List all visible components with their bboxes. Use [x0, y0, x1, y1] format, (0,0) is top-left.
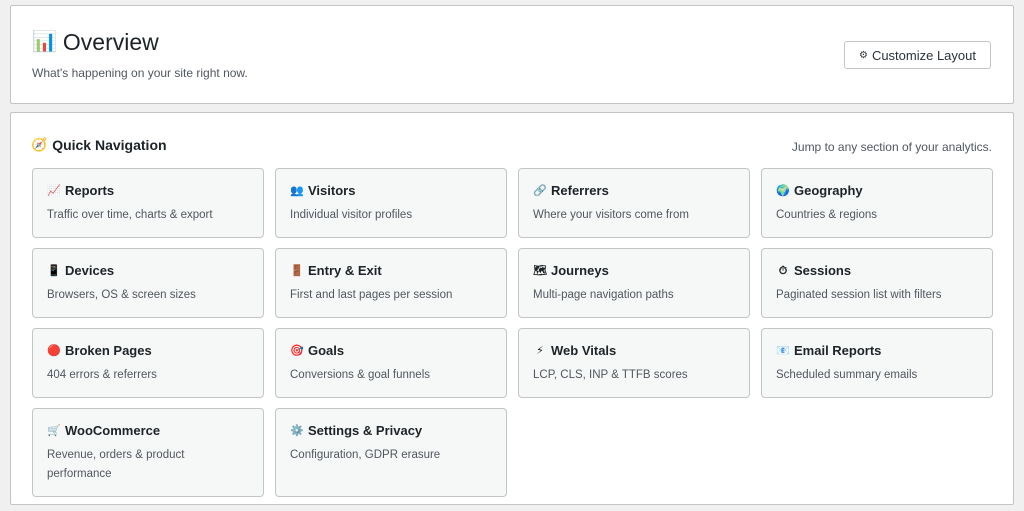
bar-chart-icon: 📊 — [32, 31, 57, 53]
nav-card-reports[interactable]: 📈 Reports Traffic over time, charts & expo… — [32, 168, 264, 238]
map-icon: 🗺 — [533, 265, 547, 277]
nav-card-settings-privacy[interactable]: ⚙️ Settings & Privacy Configuration, GDPR … — [275, 408, 507, 497]
nav-card-description: Conversions & goal funnels — [290, 369, 430, 381]
quick-navigation-title-text: Quick Navigation — [52, 137, 167, 153]
nav-card-geography[interactable]: 🌍 Geography Countries & regions — [761, 168, 993, 238]
target-icon: 🎯 — [290, 345, 304, 357]
people-icon: 👥 — [290, 185, 304, 197]
nav-card-label: Email Reports — [794, 343, 882, 358]
nav-card-email-reports[interactable]: 📧 Email Reports Scheduled summary emails — [761, 328, 993, 398]
overview-panel: 📊 Overview What's happening on your site… — [10, 5, 1014, 104]
nav-card-description: Configuration, GDPR erasure — [290, 449, 441, 461]
nav-card-label: Entry & Exit — [308, 263, 382, 278]
red-circle-icon: 🔴 — [47, 345, 61, 357]
nav-card-entry-exit[interactable]: 🚪 Entry & Exit First and last pages per se… — [275, 248, 507, 318]
nav-card-title: ⚡ Web Vitals — [533, 343, 735, 359]
door-icon: 🚪 — [290, 265, 304, 277]
nav-card-web-vitals[interactable]: ⚡ Web Vitals LCP, CLS, INP & TTFB scores — [518, 328, 750, 398]
nav-card-description: LCP, CLS, INP & TTFB scores — [533, 369, 688, 381]
nav-card-description: Individual visitor profiles — [290, 209, 413, 221]
compass-icon: 🧭 — [31, 137, 48, 152]
nav-card-sessions[interactable]: ⏱ Sessions Paginated session list with fil… — [761, 248, 993, 318]
nav-card-description: Scheduled summary emails — [776, 369, 918, 381]
nav-card-label: Reports — [65, 183, 115, 198]
nav-card-label: Journeys — [551, 263, 609, 278]
quick-navigation-hint: Jump to any section of your analytics. — [791, 140, 992, 154]
nav-card-label: Settings & Privacy — [308, 423, 423, 438]
email-icon: 📧 — [776, 345, 790, 357]
nav-card-label: Sessions — [794, 263, 852, 278]
cart-icon: 🛒 — [47, 425, 61, 437]
nav-card-description: Browsers, OS & screen sizes — [47, 289, 196, 301]
gear-icon: ⚙ — [858, 49, 868, 61]
quick-navigation-panel: 🧭 Quick Navigation Jump to any section o… — [10, 112, 1014, 505]
nav-card-title: ⏱ Sessions — [776, 263, 978, 279]
nav-card-title: 🔗 Referrers — [533, 183, 735, 199]
nav-card-broken-pages[interactable]: 🔴 Broken Pages 404 errors & referrers — [32, 328, 264, 398]
nav-card-title: ⚙️ Settings & Privacy — [290, 423, 492, 439]
gear-icon: ⚙️ — [290, 425, 304, 437]
nav-card-description: Multi-page navigation paths — [533, 289, 674, 301]
nav-card-label: Referrers — [551, 183, 609, 198]
stopwatch-icon: ⏱ — [778, 265, 788, 277]
customize-layout-label: Customize Layout — [871, 47, 976, 63]
lightning-icon: ⚡ — [536, 345, 544, 357]
nav-card-label: Devices — [65, 263, 115, 278]
nav-card-label: Broken Pages — [65, 343, 152, 358]
link-icon: 🔗 — [533, 185, 547, 197]
globe-icon: 🌍 — [776, 185, 790, 197]
nav-card-label: Visitors — [308, 183, 356, 198]
customize-layout-button[interactable]: ⚙ Customize Layout — [843, 41, 991, 69]
nav-card-title: 🎯 Goals — [290, 343, 492, 359]
nav-card-referrers[interactable]: 🔗 Referrers Where your visitors come from — [518, 168, 750, 238]
page-subtitle: What's happening on your site right now. — [32, 66, 248, 80]
nav-card-woocommerce[interactable]: 🛒 WooCommerce Revenue, orders & product pe… — [32, 408, 264, 497]
nav-card-title: 📈 Reports — [47, 183, 249, 199]
nav-card-title: 🛒 WooCommerce — [47, 423, 249, 439]
nav-card-description: First and last pages per session — [290, 289, 453, 301]
page-title-text: Overview — [62, 29, 159, 55]
nav-card-title: 📧 Email Reports — [776, 343, 978, 359]
phone-icon: 📱 — [47, 265, 61, 277]
nav-card-title: 🔴 Broken Pages — [47, 343, 249, 359]
page-title: 📊 Overview — [32, 28, 159, 56]
nav-card-title: 🌍 Geography — [776, 183, 978, 199]
nav-card-devices[interactable]: 📱 Devices Browsers, OS & screen sizes — [32, 248, 264, 318]
nav-card-title: 👥 Visitors — [290, 183, 492, 199]
nav-card-title: 📱 Devices — [47, 263, 249, 279]
quick-navigation-title: 🧭 Quick Navigation — [31, 137, 167, 153]
nav-card-description: 404 errors & referrers — [47, 369, 157, 381]
nav-card-title: 🗺 Journeys — [533, 263, 735, 279]
chart-up-icon: 📈 — [47, 185, 61, 197]
nav-card-goals[interactable]: 🎯 Goals Conversions & goal funnels — [275, 328, 507, 398]
nav-card-description: Revenue, orders & product performance — [47, 449, 185, 480]
navigation-card-grid: 📈 Reports Traffic over time, charts & expo… — [32, 168, 993, 497]
nav-card-journeys[interactable]: 🗺 Journeys Multi-page navigation paths — [518, 248, 750, 318]
nav-card-visitors[interactable]: 👥 Visitors Individual visitor profiles — [275, 168, 507, 238]
nav-card-description: Paginated session list with filters — [776, 289, 942, 301]
nav-card-description: Traffic over time, charts & export — [47, 209, 213, 221]
nav-card-label: Web Vitals — [551, 343, 617, 358]
nav-card-description: Where your visitors come from — [533, 209, 689, 221]
nav-card-label: Goals — [308, 343, 345, 358]
nav-card-description: Countries & regions — [776, 209, 877, 221]
nav-card-label: Geography — [794, 183, 863, 198]
nav-card-title: 🚪 Entry & Exit — [290, 263, 492, 279]
nav-card-label: WooCommerce — [65, 423, 161, 438]
